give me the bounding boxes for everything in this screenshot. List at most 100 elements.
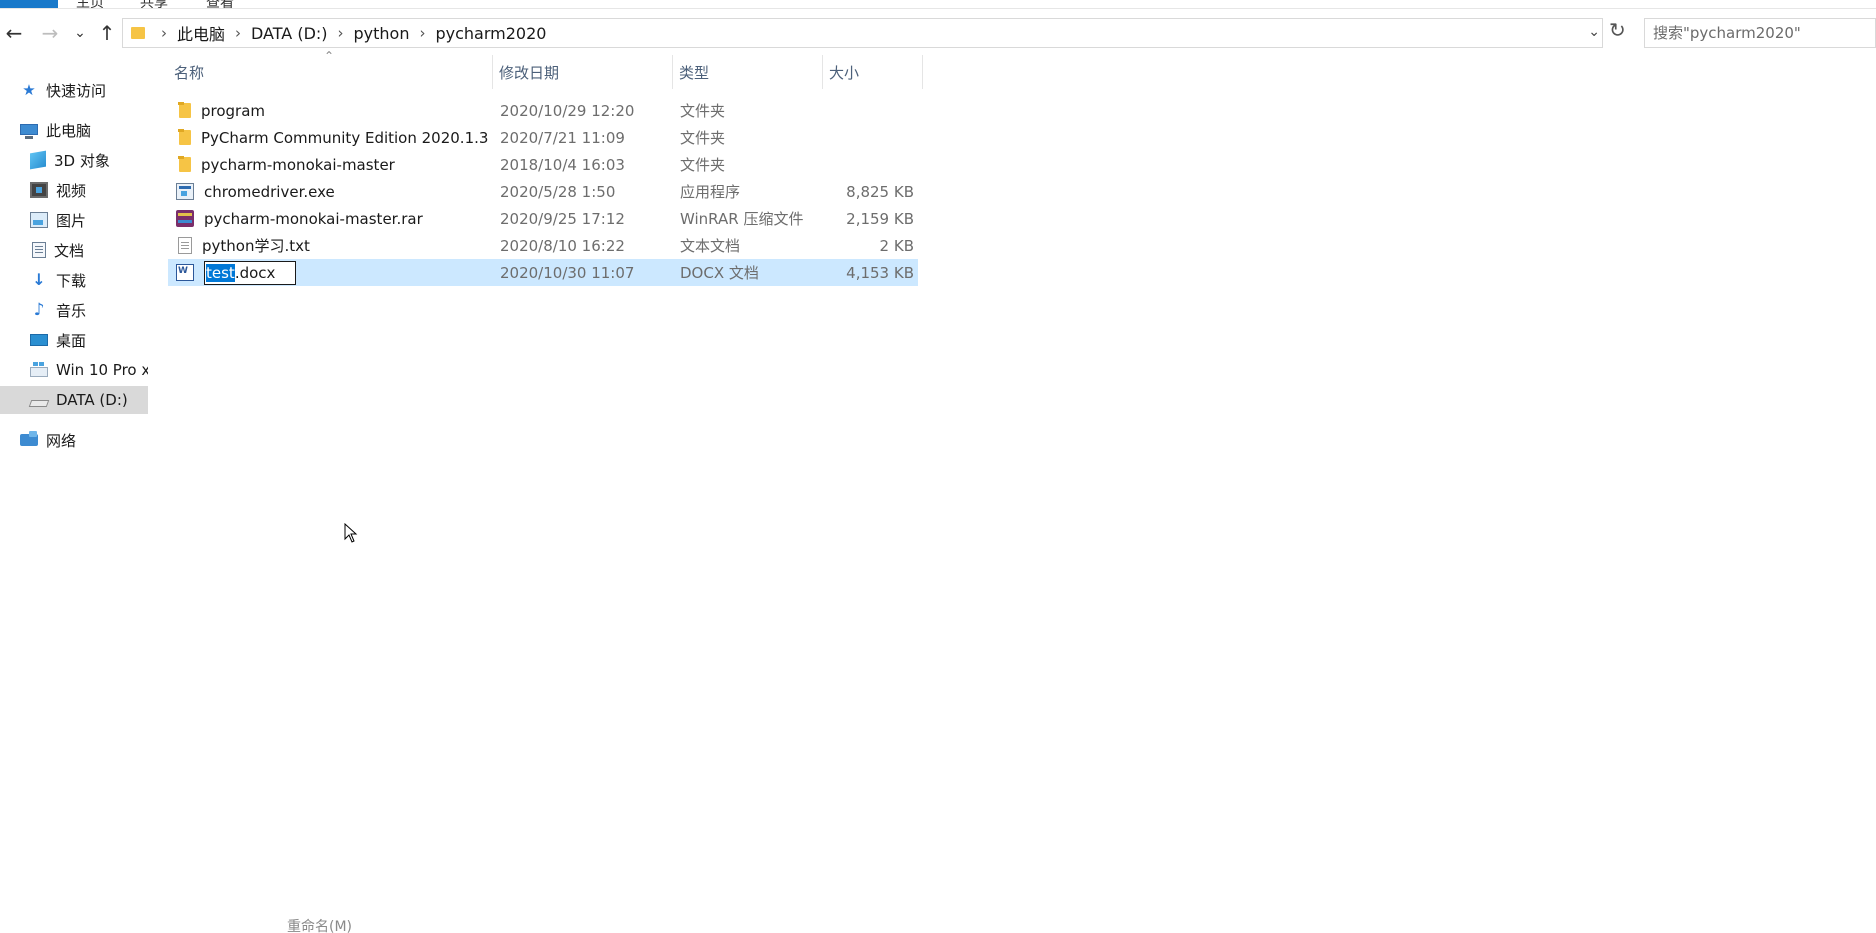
nav-item-videos[interactable]: 视频 [30,176,86,204]
file-type: 文件夹 [680,156,726,174]
nav-item-label: 视频 [56,181,87,200]
file-type: DOCX 文档 [680,264,759,282]
nav-item-label: 快速访问 [46,81,107,100]
file-date: 2018/10/4 16:03 [500,155,625,174]
breadcrumb-pycharm2020[interactable]: pycharm2020 [435,24,546,43]
file-name: PyCharm Community Edition 2020.1.3 [201,128,489,147]
rename-extension-text: .docx [234,263,276,282]
picture-icon [30,212,48,228]
back-arrow-icon[interactable]: ← [2,20,26,46]
drive-icon [28,399,50,407]
column-headers: ⌃ 名称 修改日期 类型 大小 [168,49,924,89]
address-bar[interactable]: › 此电脑 › DATA (D:) › python › pycharm2020… [122,18,1603,48]
file-row-renaming[interactable]: test.docx 2020/10/30 11:07 DOCX 文档 4,153… [168,259,918,286]
music-icon: ♪ [33,300,45,320]
breadcrumb-data-drive[interactable]: DATA (D:) [251,24,328,43]
ribbon-tabs: 主页 共享 查看 [0,0,1876,9]
file-date: 2020/5/28 1:50 [500,182,616,201]
file-row[interactable]: python学习.txt 2020/8/10 16:22 文本文档 2 KB [168,232,918,259]
computer-icon [20,123,38,139]
nav-item-label: 3D 对象 [54,151,110,170]
file-date: 2020/10/29 12:20 [500,101,635,120]
column-header-name[interactable]: 名称 [168,55,493,89]
ribbon-tab-view[interactable]: 查看 [206,0,234,8]
file-name: pycharm-monokai-master [201,155,395,174]
nav-item-desktop[interactable]: 桌面 [30,326,86,354]
file-type: 文件夹 [680,102,726,120]
file-size: 2 KB [879,236,914,255]
file-row[interactable]: pycharm-monokai-master 2018/10/4 16:03 文… [168,151,918,178]
nav-item-win10-media[interactable]: Win 10 Pro x6 [30,356,148,384]
ribbon-tab-share[interactable]: 共享 [140,0,168,8]
cube-icon [30,150,46,170]
nav-item-music[interactable]: ♪ 音乐 [30,296,86,324]
chevron-down-icon[interactable]: ⌄ [1588,24,1600,40]
breadcrumb-python[interactable]: python [354,24,410,43]
ribbon-tab-file[interactable] [0,0,58,8]
winrar-archive-icon [176,210,194,227]
file-type: 应用程序 [680,183,741,201]
mouse-cursor-icon [344,523,358,543]
recent-locations-chevron-icon[interactable]: ⌄ [68,20,92,46]
file-row[interactable]: pycharm-monokai-master.rar 2020/9/25 17:… [168,205,918,232]
executable-icon [176,183,194,200]
nav-item-downloads[interactable]: ↓ 下载 [30,266,86,294]
breadcrumb-separator[interactable]: › [338,24,344,42]
address-row: ← → ⌄ ↑ › 此电脑 › DATA (D:) › python › pyc… [0,14,1876,52]
column-header-size[interactable]: 大小 [823,55,923,89]
search-input[interactable] [1653,24,1875,42]
file-size: 8,825 KB [846,182,914,201]
breadcrumb-this-pc[interactable]: 此电脑 [177,21,225,45]
nav-item-label: 此电脑 [46,121,92,140]
file-name: pycharm-monokai-master.rar [204,209,423,228]
file-date: 2020/9/25 17:12 [500,209,625,228]
breadcrumb-separator[interactable]: › [235,24,241,42]
refresh-icon[interactable]: ↻ [1609,18,1626,42]
nav-item-label: 桌面 [56,331,87,350]
up-arrow-icon[interactable]: ↑ [95,20,119,46]
file-row[interactable]: chromedriver.exe 2020/5/28 1:50 应用程序 8,8… [168,178,918,205]
desktop-icon [30,334,48,346]
folder-icon [178,156,191,172]
rename-input[interactable]: test .docx [204,260,296,285]
nav-item-label: 下载 [56,271,87,290]
nav-item-quick-access[interactable]: ★ 快速访问 [20,76,106,104]
breadcrumb-separator[interactable]: › [161,24,167,42]
file-row[interactable]: program 2020/10/29 12:20 文件夹 [168,97,918,124]
file-date: 2020/10/30 11:07 [500,263,635,282]
file-size: 2,159 KB [846,209,914,228]
install-media-icon [30,362,48,377]
nav-item-3d-objects[interactable]: 3D 对象 [30,146,110,174]
file-name: program [201,101,266,120]
star-icon: ★ [22,81,36,99]
nav-item-this-pc[interactable]: 此电脑 [20,116,91,144]
file-type: 文件夹 [680,129,726,147]
search-box[interactable] [1644,18,1876,48]
word-document-icon [176,264,194,281]
file-size [830,124,914,151]
ribbon-tab-home[interactable]: 主页 [76,0,104,8]
file-size: 4,153 KB [846,263,914,282]
nav-item-pictures[interactable]: 图片 [30,206,86,234]
folder-icon [131,27,145,39]
video-icon [30,182,48,198]
nav-item-network[interactable]: 网络 [20,426,76,454]
column-header-type[interactable]: 类型 [673,55,823,89]
nav-item-label: Win 10 Pro x6 [56,361,148,379]
breadcrumb-separator[interactable]: › [419,24,425,42]
folder-icon [178,129,191,145]
folder-icon [178,102,191,118]
nav-item-label: DATA (D:) [56,391,128,409]
file-type: 文本文档 [680,237,741,255]
nav-item-data-drive[interactable]: DATA (D:) [0,386,148,414]
file-date: 2020/7/21 11:09 [500,128,625,147]
download-icon: ↓ [32,270,46,289]
column-header-date[interactable]: 修改日期 [493,55,673,89]
nav-item-label: 网络 [46,431,77,450]
document-icon [32,242,46,258]
file-row[interactable]: PyCharm Community Edition 2020.1.3 2020/… [168,124,918,151]
rename-menu-hint: 重命名(M) [287,919,353,933]
forward-arrow-icon[interactable]: → [38,20,62,46]
file-size [830,97,914,124]
nav-item-documents[interactable]: 文档 [30,236,84,264]
